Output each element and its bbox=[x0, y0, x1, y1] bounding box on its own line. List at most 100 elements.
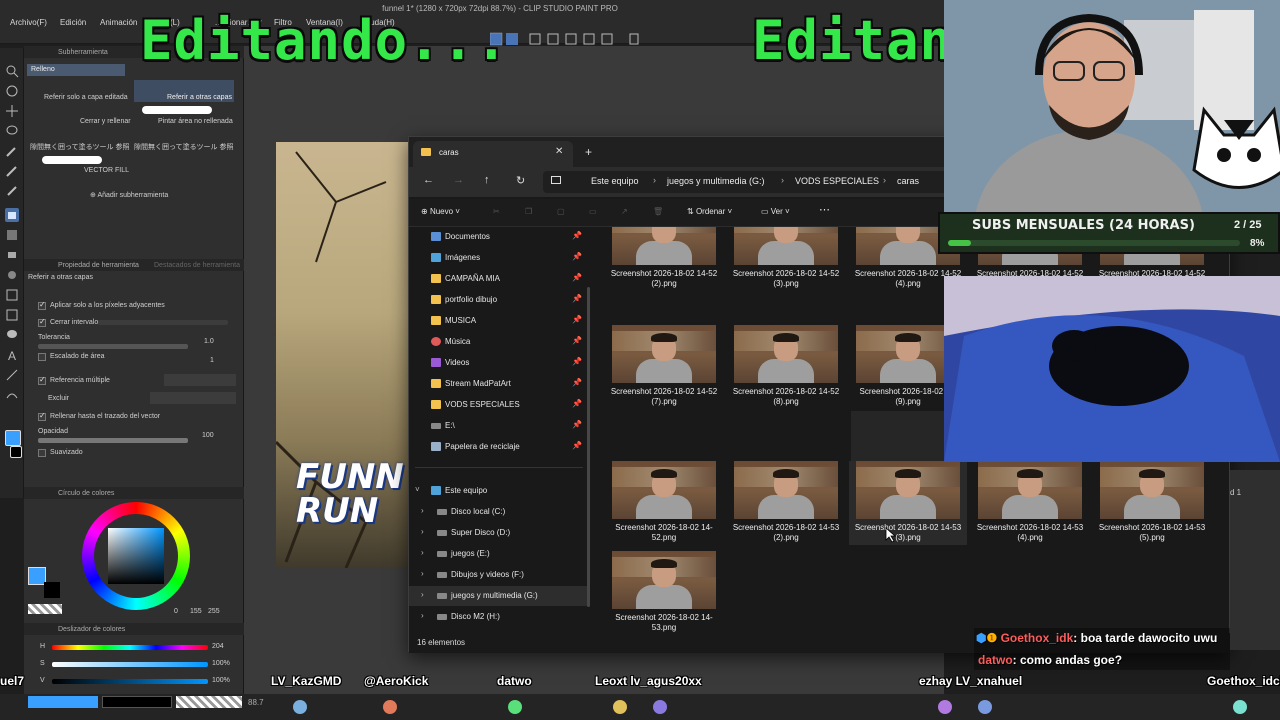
subtool-tab[interactable]: Subherramienta bbox=[58, 49, 108, 56]
file-item[interactable]: Screenshot 2026-18-02 14-52.png bbox=[605, 461, 723, 545]
nav-drive[interactable]: › Disco local (C:) bbox=[409, 502, 587, 522]
menu-archivo[interactable]: Archivo(F) bbox=[10, 18, 47, 27]
chevron-right-icon[interactable]: › bbox=[421, 548, 424, 557]
copy-icon[interactable]: ❐ bbox=[525, 207, 532, 216]
nav-item[interactable]: Música 📌 bbox=[409, 332, 587, 352]
file-item[interactable]: Screenshot 2026-18-02 14-53 (5).png bbox=[1093, 461, 1211, 545]
color-slider-tab[interactable]: Deslizador de colores bbox=[58, 626, 125, 633]
chevron-right-icon[interactable]: › bbox=[421, 611, 424, 620]
refresh-icon[interactable]: ↻ bbox=[516, 174, 525, 187]
forward-icon[interactable]: → bbox=[453, 174, 464, 186]
pin-icon[interactable]: 📌 bbox=[572, 399, 582, 408]
new-button[interactable]: ⊕ Nuevo ˅ bbox=[421, 207, 460, 216]
nav-scrollbar[interactable] bbox=[587, 287, 590, 607]
value-slider[interactable] bbox=[52, 679, 208, 684]
nav-item[interactable]: E:\ 📌 bbox=[409, 416, 587, 436]
opacity-value[interactable]: 100 bbox=[202, 432, 214, 439]
antialias-checkbox[interactable] bbox=[38, 449, 46, 457]
gradient-icon[interactable] bbox=[5, 228, 19, 242]
lasso-icon[interactable] bbox=[5, 124, 19, 138]
subtool-item[interactable]: 隙間無く囲って塗るツール 参照 bbox=[30, 142, 129, 152]
ruler-icon[interactable] bbox=[5, 368, 19, 382]
breadcrumb-item[interactable]: Este equipo bbox=[591, 176, 639, 186]
vector-fill-checkbox[interactable] bbox=[38, 411, 46, 421]
explorer-tab[interactable]: caras ✕ bbox=[413, 141, 573, 167]
breadcrumb-item[interactable]: caras bbox=[897, 176, 919, 186]
sub-color-swatch[interactable] bbox=[10, 446, 22, 458]
nav-drive[interactable]: › Dibujos y videos (F:) bbox=[409, 565, 587, 585]
hand-icon[interactable] bbox=[5, 84, 19, 98]
chevron-right-icon[interactable]: › bbox=[421, 590, 424, 599]
hue-slider[interactable] bbox=[52, 645, 208, 650]
file-item[interactable]: Screenshot 2026-18-02 14-52 (7).png bbox=[605, 325, 723, 409]
nav-item[interactable]: portfolio dibujo 📌 bbox=[409, 290, 587, 310]
color-wheel-tab[interactable]: Círculo de colores bbox=[58, 490, 114, 497]
menu-edicion[interactable]: Edición bbox=[60, 18, 86, 27]
file-item[interactable]: Screenshot 2026-18-02 14-53.png bbox=[605, 551, 723, 633]
nav-drive[interactable]: › Disco M2 (H:) bbox=[409, 607, 587, 627]
view-button[interactable]: ▭ Ver ˅ bbox=[761, 207, 790, 216]
sub-color-swatch[interactable] bbox=[44, 582, 60, 598]
text-icon[interactable]: A bbox=[5, 348, 19, 363]
pin-icon[interactable]: 📌 bbox=[572, 441, 582, 450]
file-item[interactable]: Screenshot 2026-18-02 14-52 (2).png bbox=[605, 227, 723, 291]
nav-this-pc[interactable]: ˅ Este equipo bbox=[409, 481, 587, 501]
share-icon[interactable]: ↗ bbox=[621, 207, 628, 216]
eraser-icon[interactable] bbox=[5, 248, 19, 262]
saturation-value-square[interactable] bbox=[108, 528, 164, 584]
pin-icon[interactable]: 📌 bbox=[572, 315, 582, 324]
back-icon[interactable]: ← bbox=[423, 174, 434, 186]
pin-icon[interactable]: 📌 bbox=[572, 378, 582, 387]
up-icon[interactable]: ↑ bbox=[484, 174, 490, 186]
add-subtool-button[interactable]: ⊕ Añadir subherramienta bbox=[90, 191, 168, 199]
file-item[interactable]: Screenshot 2026-18-02 14-53 (4).png bbox=[971, 461, 1089, 545]
pin-icon[interactable]: 📌 bbox=[572, 357, 582, 366]
area-scaling-value[interactable]: 1 bbox=[210, 357, 214, 364]
cut-icon[interactable]: ✂ bbox=[493, 207, 500, 216]
chevron-down-icon[interactable]: ˅ bbox=[415, 485, 420, 494]
nav-drive-selected[interactable]: › juegos y multimedia (G:) bbox=[409, 586, 587, 606]
subtool-group[interactable]: Relleno bbox=[27, 64, 125, 76]
pin-icon[interactable]: 📌 bbox=[572, 231, 582, 240]
pin-icon[interactable]: 📌 bbox=[572, 336, 582, 345]
tolerance-value[interactable]: 1.0 bbox=[204, 338, 214, 345]
nav-item[interactable]: Videos 📌 bbox=[409, 353, 587, 373]
subtool-item[interactable]: Cerrar y rellenar bbox=[80, 118, 131, 125]
subtool-item[interactable]: Referir a otras capas bbox=[167, 94, 232, 101]
opacity-slider[interactable] bbox=[38, 438, 188, 443]
area-scaling-checkbox[interactable] bbox=[38, 353, 46, 361]
chevron-right-icon[interactable]: › bbox=[421, 527, 424, 536]
tolerance-slider[interactable] bbox=[38, 344, 188, 349]
close-gap-slider[interactable] bbox=[98, 320, 228, 325]
delete-icon[interactable]: 🗑 bbox=[653, 207, 663, 216]
eyedropper-icon[interactable] bbox=[5, 144, 19, 158]
file-item[interactable]: Screenshot 2026-18-02 14-52 (3).png bbox=[727, 227, 845, 291]
sort-button[interactable]: ⇅ Ordenar ˅ bbox=[687, 207, 732, 216]
zoom-icon[interactable] bbox=[5, 64, 19, 78]
rename-icon[interactable]: ▭ bbox=[589, 207, 597, 216]
nav-item[interactable]: Documentos 📌 bbox=[409, 227, 587, 247]
close-tab-icon[interactable]: ✕ bbox=[555, 146, 563, 157]
subtool-item[interactable]: VECTOR FILL bbox=[84, 167, 129, 174]
paste-icon[interactable]: ▢ bbox=[557, 207, 565, 216]
pen-icon[interactable] bbox=[5, 164, 19, 178]
value-value[interactable]: 100% bbox=[212, 677, 230, 684]
adjacent-pixels-checkbox[interactable] bbox=[38, 300, 46, 310]
pin-icon[interactable]: 📌 bbox=[572, 420, 582, 429]
nav-item[interactable]: CAMPAÑA MIA 📌 bbox=[409, 269, 587, 289]
nav-item[interactable]: VODS ESPECIALES 📌 bbox=[409, 395, 587, 415]
nav-item[interactable]: Stream MadPatArt 📌 bbox=[409, 374, 587, 394]
balloon-icon[interactable] bbox=[5, 328, 19, 342]
nav-drive[interactable]: › juegos (E:) bbox=[409, 544, 587, 564]
transparent-swatch[interactable] bbox=[28, 604, 62, 614]
nav-item[interactable]: Imágenes 📌 bbox=[409, 248, 587, 268]
multi-ref-checkbox[interactable] bbox=[38, 375, 46, 385]
color-wheel[interactable] bbox=[82, 502, 190, 610]
multi-ref-buttons[interactable] bbox=[164, 374, 236, 386]
main-color-swatch[interactable] bbox=[5, 430, 21, 446]
fill-icon[interactable] bbox=[5, 208, 19, 222]
file-item-hovered[interactable]: Screenshot 2026-18-02 14-53 (3).png bbox=[849, 461, 967, 545]
pin-icon[interactable]: 📌 bbox=[572, 273, 582, 282]
nav-item[interactable]: Papelera de reciclaje 📌 bbox=[409, 437, 587, 457]
chevron-right-icon[interactable]: › bbox=[421, 569, 424, 578]
